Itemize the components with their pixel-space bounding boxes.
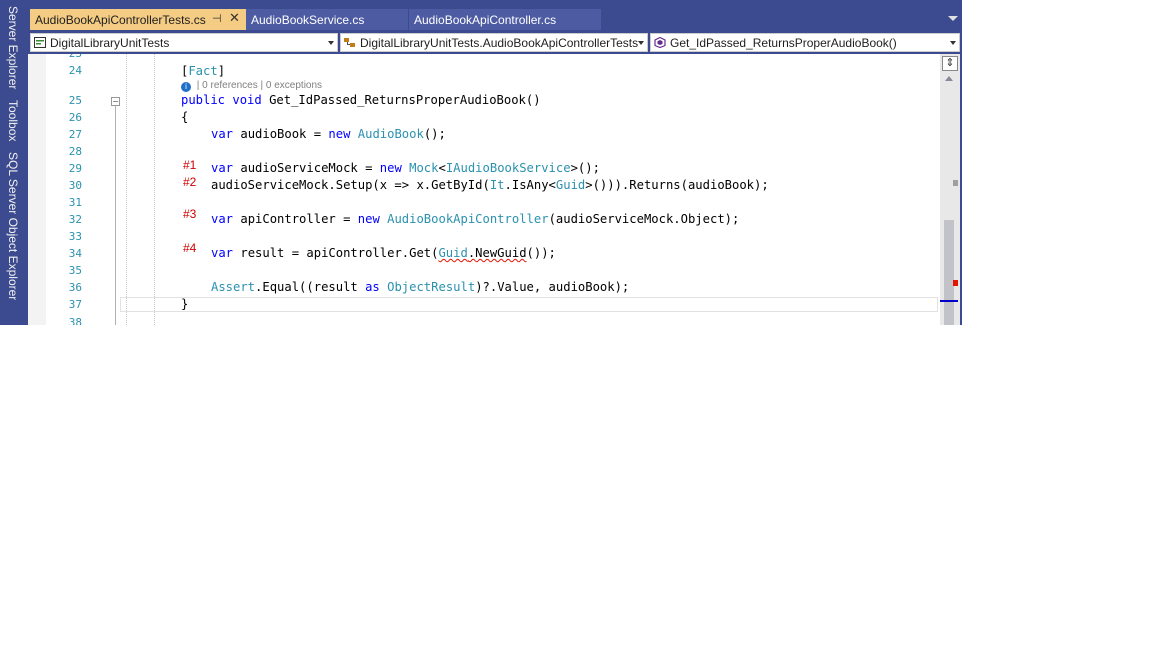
code-text: var audioServiceMock = new Mock<IAudioBo… xyxy=(211,161,600,175)
document-tab-strip: AudioBookApiControllerTests.cs ⊣ ✕ Audio… xyxy=(28,0,962,32)
line-number: 34 xyxy=(68,247,82,260)
tab-label: AudioBookApiControllerTests.cs xyxy=(35,12,206,27)
class-dropdown[interactable]: DigitalLibraryUnitTests.AudioBookApiCont… xyxy=(340,33,648,52)
tab-overflow-chevron-icon[interactable] xyxy=(948,16,958,21)
side-tab-server-explorer[interactable]: Server Explorer xyxy=(4,6,22,89)
line-number: 35 xyxy=(68,264,82,277)
visual-studio-window: Server Explorer Toolbox SQL Server Objec… xyxy=(0,0,962,325)
line-number: 30 xyxy=(68,179,82,192)
member-dropdown-value: Get_IdPassed_ReturnsProperAudioBook() xyxy=(670,35,897,50)
line-number: 28 xyxy=(68,145,82,158)
code-text: audioServiceMock.Setup(x => x.GetById(It… xyxy=(211,178,769,192)
annotation-marker: #2 xyxy=(183,175,197,189)
info-icon: i xyxy=(181,82,191,92)
code-line: 31 xyxy=(28,194,940,211)
line-number: 32 xyxy=(68,213,82,226)
side-tab-toolbox[interactable]: Toolbox xyxy=(4,100,22,141)
side-tab-sql-server-object-explorer[interactable]: SQL Server Object Explorer xyxy=(4,152,22,300)
scroll-up-arrow-icon[interactable] xyxy=(945,76,953,81)
code-line: 30 #2 audioServiceMock.Setup(x => x.GetB… xyxy=(28,175,940,194)
line-number: 25 xyxy=(68,94,82,107)
error-squiggle: Guid xyxy=(438,246,468,260)
chevron-down-icon xyxy=(638,41,644,45)
code-line: 25 public void Get_IdPassed_ReturnsPrope… xyxy=(28,92,940,109)
project-dropdown-value: DigitalLibraryUnitTests xyxy=(50,35,170,50)
codelens-exceptions[interactable]: 0 exceptions xyxy=(266,80,322,91)
class-dropdown-value: DigitalLibraryUnitTests.AudioBookApiCont… xyxy=(360,35,639,50)
code-line: 34 #4 var result = apiController.Get(Gui… xyxy=(28,241,940,262)
scrollbar-caret-marker xyxy=(940,300,958,302)
csharp-project-icon xyxy=(34,37,46,48)
code-line: 35 xyxy=(28,262,940,279)
chevron-down-icon xyxy=(328,41,334,45)
member-dropdown[interactable]: Get_IdPassed_ReturnsProperAudioBook() xyxy=(650,33,960,52)
project-dropdown[interactable]: DigitalLibraryUnitTests xyxy=(30,33,338,52)
tab-label: AudioBookService.cs xyxy=(251,12,365,27)
scrollbar-thumb[interactable] xyxy=(944,220,954,325)
code-line: 37 } xyxy=(28,296,940,313)
vertical-scrollbar[interactable]: ⇕ xyxy=(940,54,960,325)
line-number: 23 xyxy=(46,54,82,62)
code-text: Assert.Equal((result as ObjectResult)?.V… xyxy=(211,280,630,294)
tab-audiobookapicontrollertests[interactable]: AudioBookApiControllerTests.cs ⊣ ✕ xyxy=(30,9,246,30)
line-number: 26 xyxy=(68,111,82,124)
split-editor-icon[interactable]: ⇕ xyxy=(942,56,958,71)
scrollbar-error-marker xyxy=(953,280,958,286)
line-number: 38 xyxy=(68,316,82,325)
code-line: 36 Assert.Equal((result as ObjectResult)… xyxy=(28,279,940,296)
window-border xyxy=(960,0,962,325)
annotation-marker: #4 xyxy=(183,241,197,255)
navigation-bar: DigitalLibraryUnitTests DigitalLibraryUn… xyxy=(28,32,962,54)
tab-audiobookapicontroller[interactable]: AudioBookApiController.cs xyxy=(409,9,601,30)
code-text: [Fact] xyxy=(181,64,226,78)
side-tool-strip: Server Explorer Toolbox SQL Server Objec… xyxy=(0,0,28,325)
code-text: var audioBook = new AudioBook(); xyxy=(211,127,446,141)
code-text: } xyxy=(181,297,189,311)
code-line: 28 xyxy=(28,143,940,160)
method-icon xyxy=(654,37,666,48)
line-number: 29 xyxy=(68,162,82,175)
code-line: 38 xyxy=(28,314,940,325)
line-number: 31 xyxy=(68,196,82,209)
tab-label: AudioBookApiController.cs xyxy=(414,12,557,27)
chevron-down-icon xyxy=(950,41,956,45)
annotation-marker: #1 xyxy=(183,158,197,172)
codelens-sep: | xyxy=(194,80,203,91)
code-text: public void Get_IdPassed_ReturnsProperAu… xyxy=(181,93,541,107)
annotation-marker: #3 xyxy=(183,207,197,221)
class-icon xyxy=(344,38,355,47)
tab-audiobookservice[interactable]: AudioBookService.cs xyxy=(246,9,408,30)
line-number: 37 xyxy=(68,298,82,311)
pin-icon[interactable]: ⊣ xyxy=(212,12,222,25)
codelens[interactable]: i | 0 references | 0 exceptions xyxy=(181,79,322,93)
codelens-references[interactable]: 0 references xyxy=(202,80,258,91)
codelens-sep: | xyxy=(257,80,266,91)
code-line: 27 var audioBook = new AudioBook(); xyxy=(28,126,940,143)
code-text: var result = apiController.Get(Guid.NewG… xyxy=(211,246,556,260)
code-text: var apiController = new AudioBookApiCont… xyxy=(211,212,740,226)
close-icon[interactable]: ✕ xyxy=(229,10,240,26)
scrollbar-marker xyxy=(953,180,958,186)
code-line: 26 { xyxy=(28,109,940,126)
code-line: 33 xyxy=(28,228,940,245)
line-number: 36 xyxy=(68,281,82,294)
code-line: 32 #3 var apiController = new AudioBookA… xyxy=(28,207,940,228)
code-text: { xyxy=(181,110,189,124)
code-line: 29 #1 var audioServiceMock = new Mock<IA… xyxy=(28,158,940,177)
line-number: 33 xyxy=(68,230,82,243)
code-editor[interactable]: − 23 24 [Fact] i | 0 references | 0 exce… xyxy=(28,54,940,325)
code-line: 23 xyxy=(28,54,940,62)
line-number: 27 xyxy=(68,128,82,141)
code-line-attribute: [Fact] xyxy=(28,63,940,80)
